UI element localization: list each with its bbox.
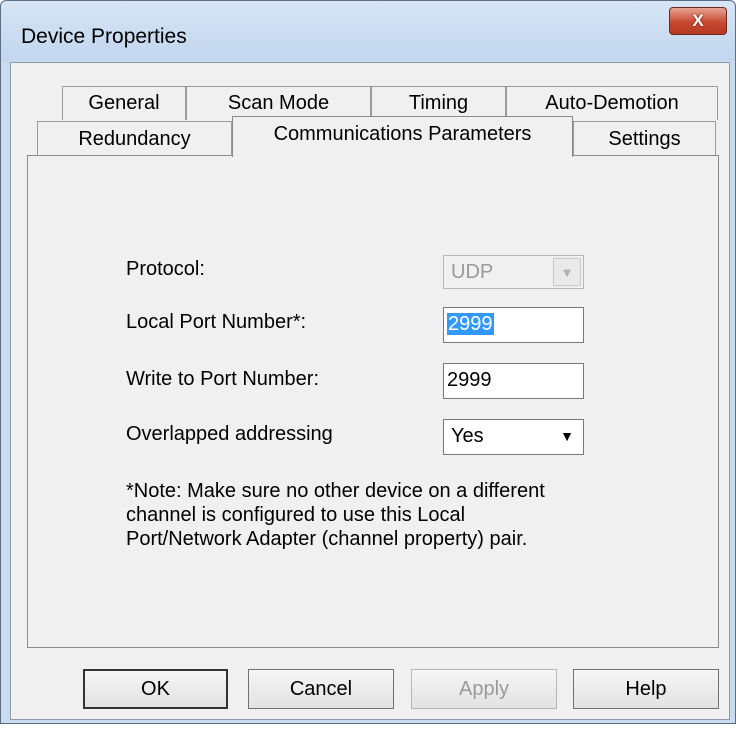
note-line: channel is configured to use this Local	[126, 504, 466, 526]
apply-button[interactable]: Apply	[411, 669, 557, 709]
help-button-label: Help	[625, 677, 667, 700]
tab-label: Auto-Demotion	[545, 92, 679, 114]
port-note: *Note: Make sure no other device on a di…	[126, 479, 545, 551]
chevron-down-icon[interactable]: ▼	[553, 422, 581, 450]
local-port-input[interactable]: 2999	[443, 307, 584, 343]
close-icon: X	[692, 11, 704, 30]
protocol-value: UDP	[451, 261, 494, 283]
close-button[interactable]: X	[669, 7, 727, 35]
local-port-value: 2999	[447, 313, 494, 335]
note-line: *Note: Make sure no other device on a di…	[126, 480, 545, 502]
cancel-button-label: Cancel	[289, 677, 353, 700]
overlapped-addressing-value: Yes	[451, 425, 484, 447]
tab-scan-mode[interactable]: Scan Mode	[186, 86, 371, 120]
tab-settings[interactable]: Settings	[573, 121, 716, 157]
overlapped-addressing-select[interactable]: Yes ▼	[443, 419, 584, 455]
write-port-input[interactable]: 2999	[443, 363, 584, 399]
window-title: Device Properties	[21, 25, 187, 48]
tab-label: Communications Parameters	[273, 123, 532, 145]
help-button[interactable]: Help	[573, 669, 719, 709]
chevron-down-icon: ▼	[553, 258, 581, 286]
communications-parameters-panel	[27, 155, 719, 648]
write-port-value: 2999	[447, 369, 492, 391]
tab-timing[interactable]: Timing	[371, 86, 506, 120]
note-line: Port/Network Adapter (channel property) …	[126, 528, 528, 550]
write-port-label: Write to Port Number:	[126, 368, 320, 390]
tab-general[interactable]: General	[62, 86, 186, 120]
ok-button[interactable]: OK	[83, 669, 228, 709]
tab-label: General	[88, 92, 160, 114]
protocol-label: Protocol:	[126, 258, 205, 280]
local-port-label: Local Port Number*:	[126, 311, 307, 333]
title-bar[interactable]: Device Properties X	[1, 1, 735, 61]
tab-auto-demotion[interactable]: Auto-Demotion	[506, 86, 718, 120]
tab-label: Settings	[608, 128, 681, 150]
tab-label: Scan Mode	[227, 92, 330, 114]
tab-label: Redundancy	[78, 128, 191, 150]
protocol-select[interactable]: UDP ▼	[443, 255, 584, 289]
apply-button-label: Apply	[458, 677, 510, 700]
tab-label: Timing	[408, 92, 469, 114]
tab-communications-parameters[interactable]: Communications Parameters	[232, 116, 573, 157]
tab-redundancy[interactable]: Redundancy	[37, 121, 232, 157]
cancel-button[interactable]: Cancel	[248, 669, 394, 709]
overlapped-addressing-label: Overlapped addressing	[126, 423, 333, 445]
ok-button-label: OK	[141, 677, 170, 700]
